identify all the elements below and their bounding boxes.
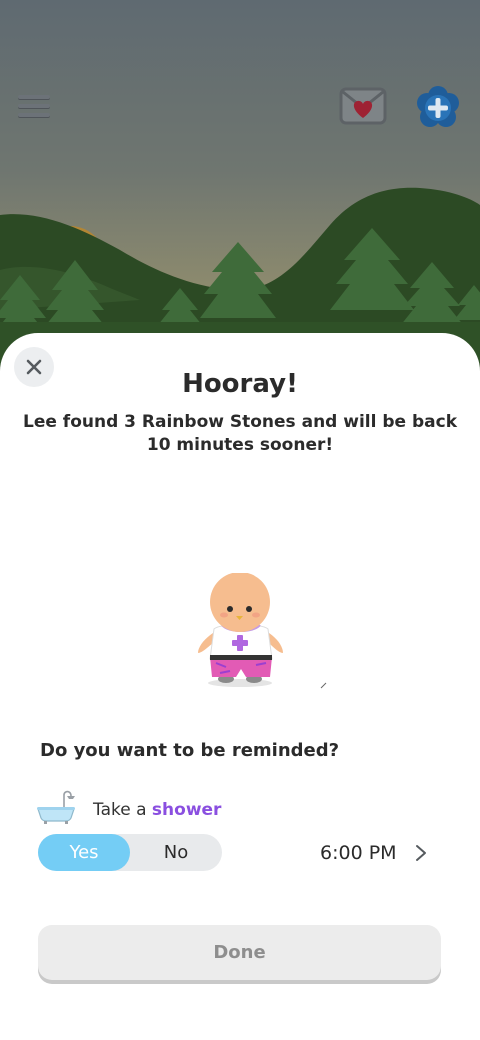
reminder-toggle: Yes No	[38, 834, 222, 871]
character-illustration	[186, 572, 296, 689]
envelope-heart-icon	[339, 87, 387, 125]
menu-line	[18, 113, 50, 117]
dialog-title: Hooray!	[182, 369, 298, 399]
app-screen: Hooray! Lee found 3 Rainbow Stones and w…	[0, 0, 480, 1040]
task-prefix: Take a	[93, 800, 147, 820]
menu-line	[18, 95, 50, 99]
reward-dialog: Hooray! Lee found 3 Rainbow Stones and w…	[0, 333, 480, 1040]
sparkle-icon	[320, 682, 327, 689]
dialog-message: Lee found 3 Rainbow Stones and will be b…	[22, 412, 457, 455]
chevron-right-icon	[415, 845, 426, 861]
yes-option[interactable]: Yes	[38, 834, 130, 871]
forest-scene	[0, 0, 480, 380]
reminder-time-picker[interactable]: 6:00 PM	[320, 838, 427, 868]
no-option[interactable]: No	[130, 834, 222, 871]
reminder-question: Do you want to be reminded?	[40, 740, 340, 761]
flower-plus-icon	[417, 86, 459, 127]
menu-button[interactable]	[14, 90, 54, 122]
menu-line	[18, 104, 50, 108]
add-button[interactable]	[416, 86, 460, 130]
task-name: shower	[151, 800, 222, 820]
bathtub-icon	[36, 789, 76, 825]
done-button[interactable]: Done	[38, 925, 441, 980]
mail-button[interactable]	[338, 86, 388, 126]
reminder-time: 6:00 PM	[320, 842, 397, 864]
reminder-task: Take a shower	[93, 800, 221, 820]
